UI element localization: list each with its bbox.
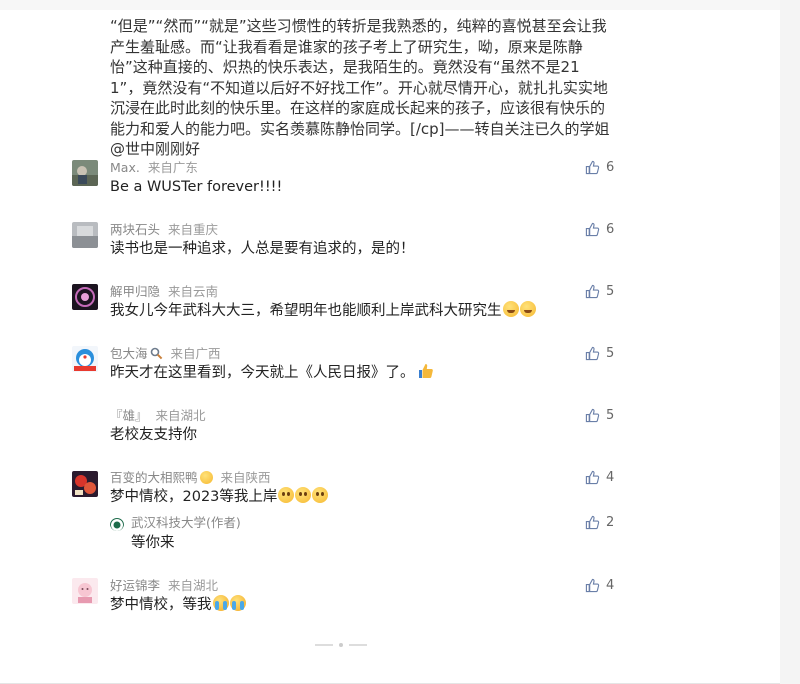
replier-name[interactable]: 武汉科技大学 <box>131 515 206 530</box>
avatar[interactable] <box>72 160 98 186</box>
like-button[interactable]: 5 <box>585 408 614 423</box>
like-count: 5 <box>606 408 615 423</box>
divider <box>349 644 367 646</box>
sad-emoji-icon <box>312 487 329 503</box>
comment-text: 梦中情校，2023等我上岸 <box>110 487 329 507</box>
comment-meta: 两块石头 来自重庆 <box>110 222 218 238</box>
comment-meta: 解甲归隐 来自云南 <box>110 284 218 300</box>
comment-location: 来自广西 <box>170 346 221 361</box>
crying-emoji-icon <box>229 595 246 611</box>
like-button[interactable]: 6 <box>585 222 614 237</box>
comment-meta: 『雄』 来自湖北 <box>110 408 206 424</box>
loading-indicator <box>315 643 367 647</box>
comment-text: 读书也是一种追求，人总是要有追求的，是的！ <box>110 241 415 257</box>
avatar[interactable] <box>72 346 98 372</box>
sad-emoji-icon <box>278 487 295 503</box>
comment-meta: 百变的大相熙鸭 来自陕西 <box>110 470 271 486</box>
thumbs-up-icon <box>585 222 600 237</box>
divider <box>315 644 333 646</box>
comment-location: 来自湖北 <box>168 578 219 593</box>
thumbs-up-icon <box>585 578 600 593</box>
reply-meta: 武汉科技大学(作者) <box>131 515 241 531</box>
avatar[interactable] <box>110 517 124 531</box>
thumbs-up-icon <box>585 346 600 361</box>
commenter-name[interactable]: 百变的大相熙鸭 <box>110 470 198 485</box>
like-button[interactable]: 6 <box>585 160 614 175</box>
comment-text-body: 梦中情校，等我 <box>110 597 212 613</box>
comment-location: 来自重庆 <box>168 222 219 237</box>
like-count: 6 <box>606 222 615 237</box>
comment-panel: “但是”“然而”“就是”这些习惯性的转折是我熟悉的，纯粹的喜悦甚至会让我产生羞耻… <box>0 0 780 684</box>
like-button[interactable]: 4 <box>585 578 614 593</box>
like-count: 5 <box>606 346 615 361</box>
commenter-name[interactable]: 包大海 <box>110 346 148 361</box>
commenter-name[interactable]: 解甲归隐 <box>110 284 160 299</box>
commenter-name[interactable]: 好运锦李 <box>110 578 160 593</box>
comment-text: 梦中情校，等我 <box>110 595 246 615</box>
like-count: 5 <box>606 284 615 299</box>
like-count: 4 <box>606 470 615 485</box>
thumbs-up-icon <box>585 408 600 423</box>
avatar[interactable] <box>72 284 98 310</box>
thumbs-up-icon <box>585 284 600 299</box>
commenter-name[interactable]: Max. <box>110 160 140 175</box>
comment-text-body: 我女儿今年武科大大三，希望明年也能顺利上岸武科大研究生 <box>110 303 502 319</box>
confused-emoji-icon <box>199 471 213 484</box>
avatar[interactable] <box>72 578 98 604</box>
comment-location: 来自湖北 <box>155 408 206 423</box>
thumbs-up-icon <box>585 160 600 175</box>
article-quote-text: “但是”“然而”“就是”这些习惯性的转折是我熟悉的，纯粹的喜悦甚至会让我产生羞耻… <box>110 17 610 158</box>
thumbs-up-emoji-icon <box>418 364 433 378</box>
like-button[interactable]: 2 <box>585 515 614 530</box>
comment-text-body: 梦中情校，2023等我上岸 <box>110 489 278 505</box>
comment-text: 老校友支持你 <box>110 427 197 443</box>
like-count: 4 <box>606 578 615 593</box>
thumbs-up-icon <box>585 470 600 485</box>
commenter-name[interactable]: 两块石头 <box>110 222 160 237</box>
reply-text: 等你来 <box>131 535 175 551</box>
comment-meta: 好运锦李 来自湖北 <box>110 578 218 594</box>
magnifier-emoji-icon <box>150 347 162 360</box>
smile-emoji-icon <box>502 301 519 317</box>
like-button[interactable]: 5 <box>585 346 614 361</box>
avatar[interactable] <box>72 471 98 497</box>
like-button[interactable]: 5 <box>585 284 614 299</box>
comment-meta: Max. 来自广东 <box>110 160 198 176</box>
crying-emoji-icon <box>212 595 229 611</box>
like-count: 2 <box>606 515 615 530</box>
comment-text: Be a WUSTer forever!!!! <box>110 179 283 195</box>
avatar[interactable] <box>72 222 98 248</box>
scrollbar-track[interactable] <box>780 0 800 684</box>
dot-icon <box>339 643 343 647</box>
comment-text: 我女儿今年武科大大三，希望明年也能顺利上岸武科大研究生 <box>110 301 536 321</box>
like-count: 6 <box>606 160 615 175</box>
comment-text-body: 昨天才在这里看到，今天就上《人民日报》了。 <box>110 365 415 381</box>
comment-text: 昨天才在这里看到，今天就上《人民日报》了。 <box>110 363 434 383</box>
comment-meta: 包大海 来自广西 <box>110 346 221 362</box>
comment-location: 来自云南 <box>168 284 219 299</box>
comment-location: 来自陕西 <box>220 470 271 485</box>
smile-emoji-icon <box>519 301 536 317</box>
comment-location: 来自广东 <box>147 160 198 175</box>
top-fade <box>0 0 780 10</box>
thumbs-up-icon <box>585 515 600 530</box>
commenter-name[interactable]: 『雄』 <box>110 408 148 423</box>
sad-emoji-icon <box>295 487 312 503</box>
like-button[interactable]: 4 <box>585 470 614 485</box>
author-tag: (作者) <box>206 515 241 530</box>
